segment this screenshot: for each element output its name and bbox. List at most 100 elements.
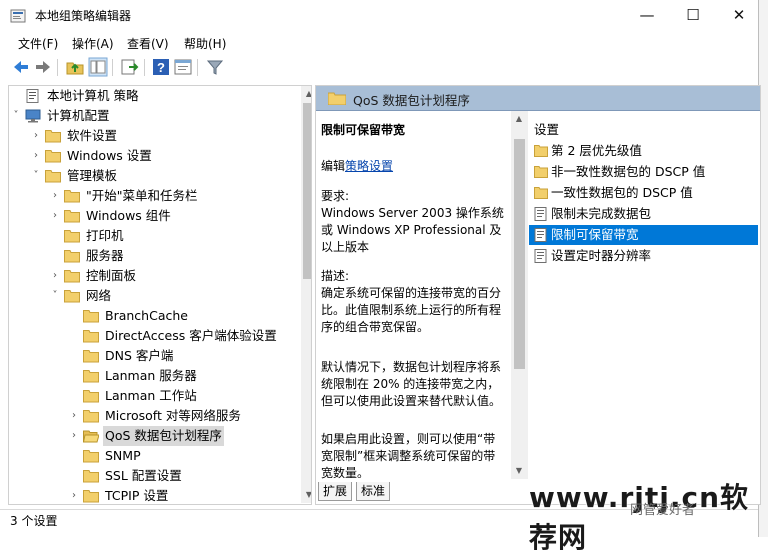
setting-row[interactable]: 非一致性数据包的 DSCP 值	[529, 162, 758, 182]
tab-standard[interactable]: 标准	[356, 482, 391, 501]
tree-item-label: Lanman 服务器	[105, 368, 197, 383]
tree-item[interactable]: BranchCache	[9, 306, 299, 326]
scroll-up-arrow-icon[interactable]: ▲	[513, 111, 525, 127]
description-scrollbar[interactable]: ▲ ▼	[511, 111, 528, 479]
help-icon[interactable]: ?	[151, 57, 171, 77]
show-hide-tree-icon[interactable]	[88, 57, 108, 77]
tree-item[interactable]: ˅ 管理模板	[9, 166, 299, 186]
toolbar-separator	[57, 59, 58, 76]
setting-row[interactable]: 限制未完成数据包	[529, 204, 758, 224]
chevron-right-icon[interactable]: ›	[50, 206, 60, 226]
scroll-thumb[interactable]	[514, 139, 525, 369]
maximize-button[interactable]: ☐	[670, 0, 716, 31]
setting-row[interactable]: 第 2 层优先级值	[529, 141, 758, 161]
tree-item[interactable]: › Windows 设置	[9, 146, 299, 166]
export-list-icon[interactable]	[120, 57, 140, 77]
if-enabled-text: 如果启用此设置，则可以使用“带宽限制”框来调整系统可保留的带宽数量。	[321, 432, 496, 479]
tree-item[interactable]: Lanman 服务器	[9, 366, 299, 386]
tree-item[interactable]: SSL 配置设置	[9, 466, 299, 486]
toolbar-separator	[197, 59, 198, 76]
folder-icon	[83, 410, 99, 423]
watermark-caption: 网管爱好者	[630, 503, 696, 518]
computer-icon	[25, 109, 41, 123]
folder-icon	[83, 310, 99, 323]
chevron-down-icon[interactable]: ˅	[31, 166, 41, 186]
menu-action[interactable]: 操作(A)	[72, 35, 114, 52]
tree-item[interactable]: › Windows 组件	[9, 206, 299, 226]
up-folder-icon[interactable]	[65, 57, 85, 77]
tree-item-label: DirectAccess 客户端体验设置	[105, 328, 277, 343]
chevron-right-icon[interactable]: ›	[31, 126, 41, 146]
chevron-right-icon[interactable]: ›	[69, 406, 79, 426]
policy-setting-icon	[534, 249, 547, 263]
menu-file[interactable]: 文件(F)	[18, 35, 58, 52]
scroll-up-arrow-icon[interactable]: ▲	[303, 86, 311, 102]
setting-row[interactable]: 设置定时器分辨率	[529, 246, 758, 266]
tree-item[interactable]: › "开始"菜单和任务栏	[9, 186, 299, 206]
tree-item[interactable]: 打印机	[9, 226, 299, 246]
tab-extended[interactable]: 扩展	[318, 482, 353, 501]
setting-label: 第 2 层优先级值	[551, 143, 642, 158]
tree-item[interactable]: › 软件设置	[9, 126, 299, 146]
edit-policy-link[interactable]: 策略设置	[345, 159, 393, 173]
tree-item-label: SNMP	[105, 448, 141, 463]
chevron-right-icon[interactable]: ›	[69, 486, 79, 504]
tree-scrollbar[interactable]: ▲ ▼	[301, 86, 311, 503]
tree-item[interactable]: DirectAccess 客户端体验设置	[9, 326, 299, 346]
tree-item[interactable]: › QoS 数据包计划程序	[9, 426, 299, 446]
tree-item-label: Windows 设置	[67, 148, 152, 163]
forward-arrow-icon[interactable]	[33, 57, 53, 77]
tree-item[interactable]: Lanman 工作站	[9, 386, 299, 406]
tree-item-label: DNS 客户端	[105, 348, 174, 363]
tree-item[interactable]: › TCPIP 设置	[9, 486, 299, 504]
folder-icon	[64, 230, 80, 243]
tree-item[interactable]: SNMP	[9, 446, 299, 466]
menu-view[interactable]: 查看(V)	[127, 35, 169, 52]
tree-item[interactable]: 本地计算机 策略	[9, 86, 299, 106]
description-title: 限制可保留带宽	[321, 123, 406, 137]
chevron-right-icon[interactable]: ›	[69, 426, 79, 446]
tree-item[interactable]: DNS 客户端	[9, 346, 299, 366]
tree-item[interactable]: › Microsoft 对等网络服务	[9, 406, 299, 426]
tree-item[interactable]: 服务器	[9, 246, 299, 266]
description-panel: 限制可保留带宽 编辑策略设置 要求: Windows Server 2003 操…	[316, 111, 529, 479]
tree-item[interactable]: ˅ 网络	[9, 286, 299, 306]
scroll-down-arrow-icon[interactable]: ▼	[303, 487, 311, 503]
chevron-down-icon[interactable]: ˅	[50, 286, 60, 306]
menu-help[interactable]: 帮助(H)	[184, 35, 226, 52]
tree-pane[interactable]: 本地计算机 策略 ˅ 计算机配置 › 软件设置 › Windows 设置 ˅ 管理模板 › "开始"…	[8, 85, 312, 505]
folder-icon	[83, 390, 99, 403]
setting-row[interactable]: 一致性数据包的 DSCP 值	[529, 183, 758, 203]
chevron-right-icon[interactable]: ›	[31, 146, 41, 166]
properties-icon[interactable]	[173, 57, 193, 77]
folder-icon	[83, 490, 99, 503]
tree-item-label: QoS 数据包计划程序	[103, 426, 224, 446]
setting-label: 非一致性数据包的 DSCP 值	[551, 164, 706, 179]
folder-icon	[328, 92, 346, 105]
minimize-button[interactable]: —	[624, 0, 670, 31]
scroll-thumb[interactable]	[303, 103, 311, 279]
chevron-right-icon[interactable]: ›	[50, 266, 60, 286]
settings-column-header[interactable]: 设置	[534, 119, 559, 138]
folder-icon	[45, 150, 61, 163]
tree-item-label: 计算机配置	[47, 108, 110, 123]
tree-item[interactable]: ˅ 计算机配置	[9, 106, 299, 126]
setting-row[interactable]: 限制可保留带宽	[529, 225, 758, 245]
folder-icon	[64, 190, 80, 203]
filter-icon[interactable]	[205, 57, 225, 77]
menu-bar: 文件(F) 操作(A) 查看(V) 帮助(H)	[0, 31, 758, 53]
toolbar: ?	[0, 54, 758, 82]
details-header-title: QoS 数据包计划程序	[353, 93, 470, 108]
tree-item[interactable]: › 控制面板	[9, 266, 299, 286]
back-arrow-icon[interactable]	[11, 57, 31, 77]
chevron-down-icon[interactable]: ˅	[11, 106, 21, 126]
close-button[interactable]: ✕	[716, 0, 762, 31]
scroll-down-arrow-icon[interactable]: ▼	[513, 463, 525, 479]
description-text: 描述: 确定系统可保留的连接带宽的百分比。此值限制系统上运行的所有程序的组合带宽…	[321, 269, 502, 334]
chevron-right-icon[interactable]: ›	[50, 186, 60, 206]
